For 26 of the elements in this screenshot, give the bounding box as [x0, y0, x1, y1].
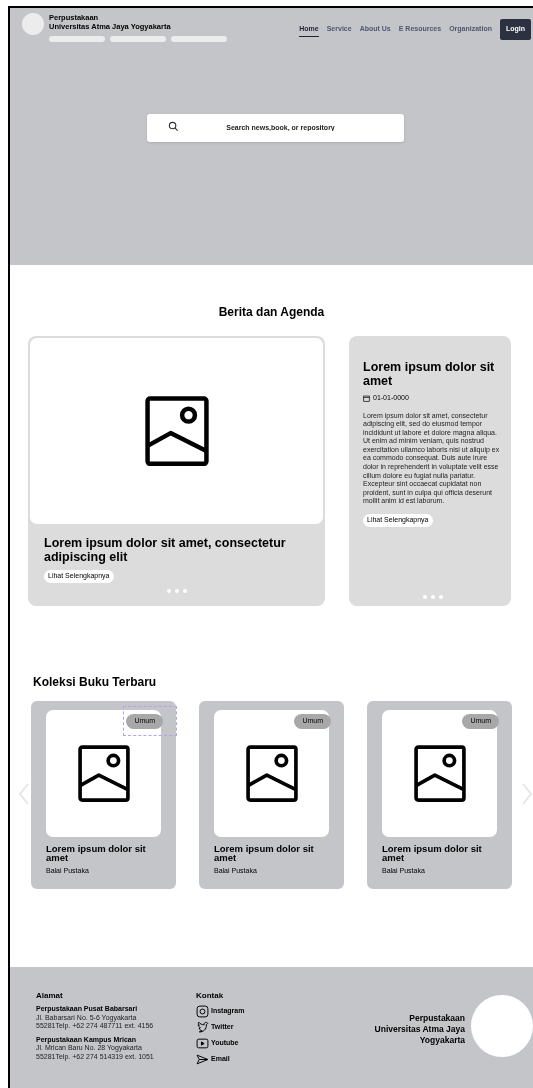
section-title: Koleksi Buku Terbaru: [33, 674, 158, 691]
book-title: Lorem ipsum dolor sit amet: [214, 844, 315, 862]
send-icon: [196, 1053, 209, 1066]
footer-heading: Kontak: [196, 990, 225, 1002]
news-headline: Lorem ipsum dolor sit amet: [363, 360, 496, 388]
image-icon: [413, 744, 466, 803]
placeholder-bar: [171, 36, 227, 42]
instagram-icon: [196, 1005, 209, 1018]
footer-brand: Perpustakaan Universitas Atma Jaya Yogyakarta: [374, 1013, 465, 1047]
book-title: Lorem ipsum dolor sit amet: [46, 844, 147, 862]
calendar-icon: [363, 394, 370, 402]
news-headline: Lorem ipsum dolor sit amet, consectetur adipiscing elit: [44, 536, 287, 564]
chevron-right-icon[interactable]: [522, 783, 532, 805]
news-card[interactable]: [349, 336, 511, 606]
image-icon: [144, 395, 209, 467]
footer-heading: Alamat: [36, 990, 64, 1002]
image-icon: [245, 744, 298, 803]
bird-icon: [196, 1021, 209, 1034]
image-icon: [77, 744, 130, 803]
chevron-left-icon[interactable]: [19, 783, 29, 805]
book-title: Lorem ipsum dolor sit amet: [382, 844, 483, 862]
play-icon: [196, 1037, 209, 1050]
section-title: Berita dan Agenda: [218, 304, 325, 321]
placeholder-bar: [110, 36, 166, 42]
placeholder-bar: [49, 36, 105, 42]
search-icon: [168, 121, 179, 132]
